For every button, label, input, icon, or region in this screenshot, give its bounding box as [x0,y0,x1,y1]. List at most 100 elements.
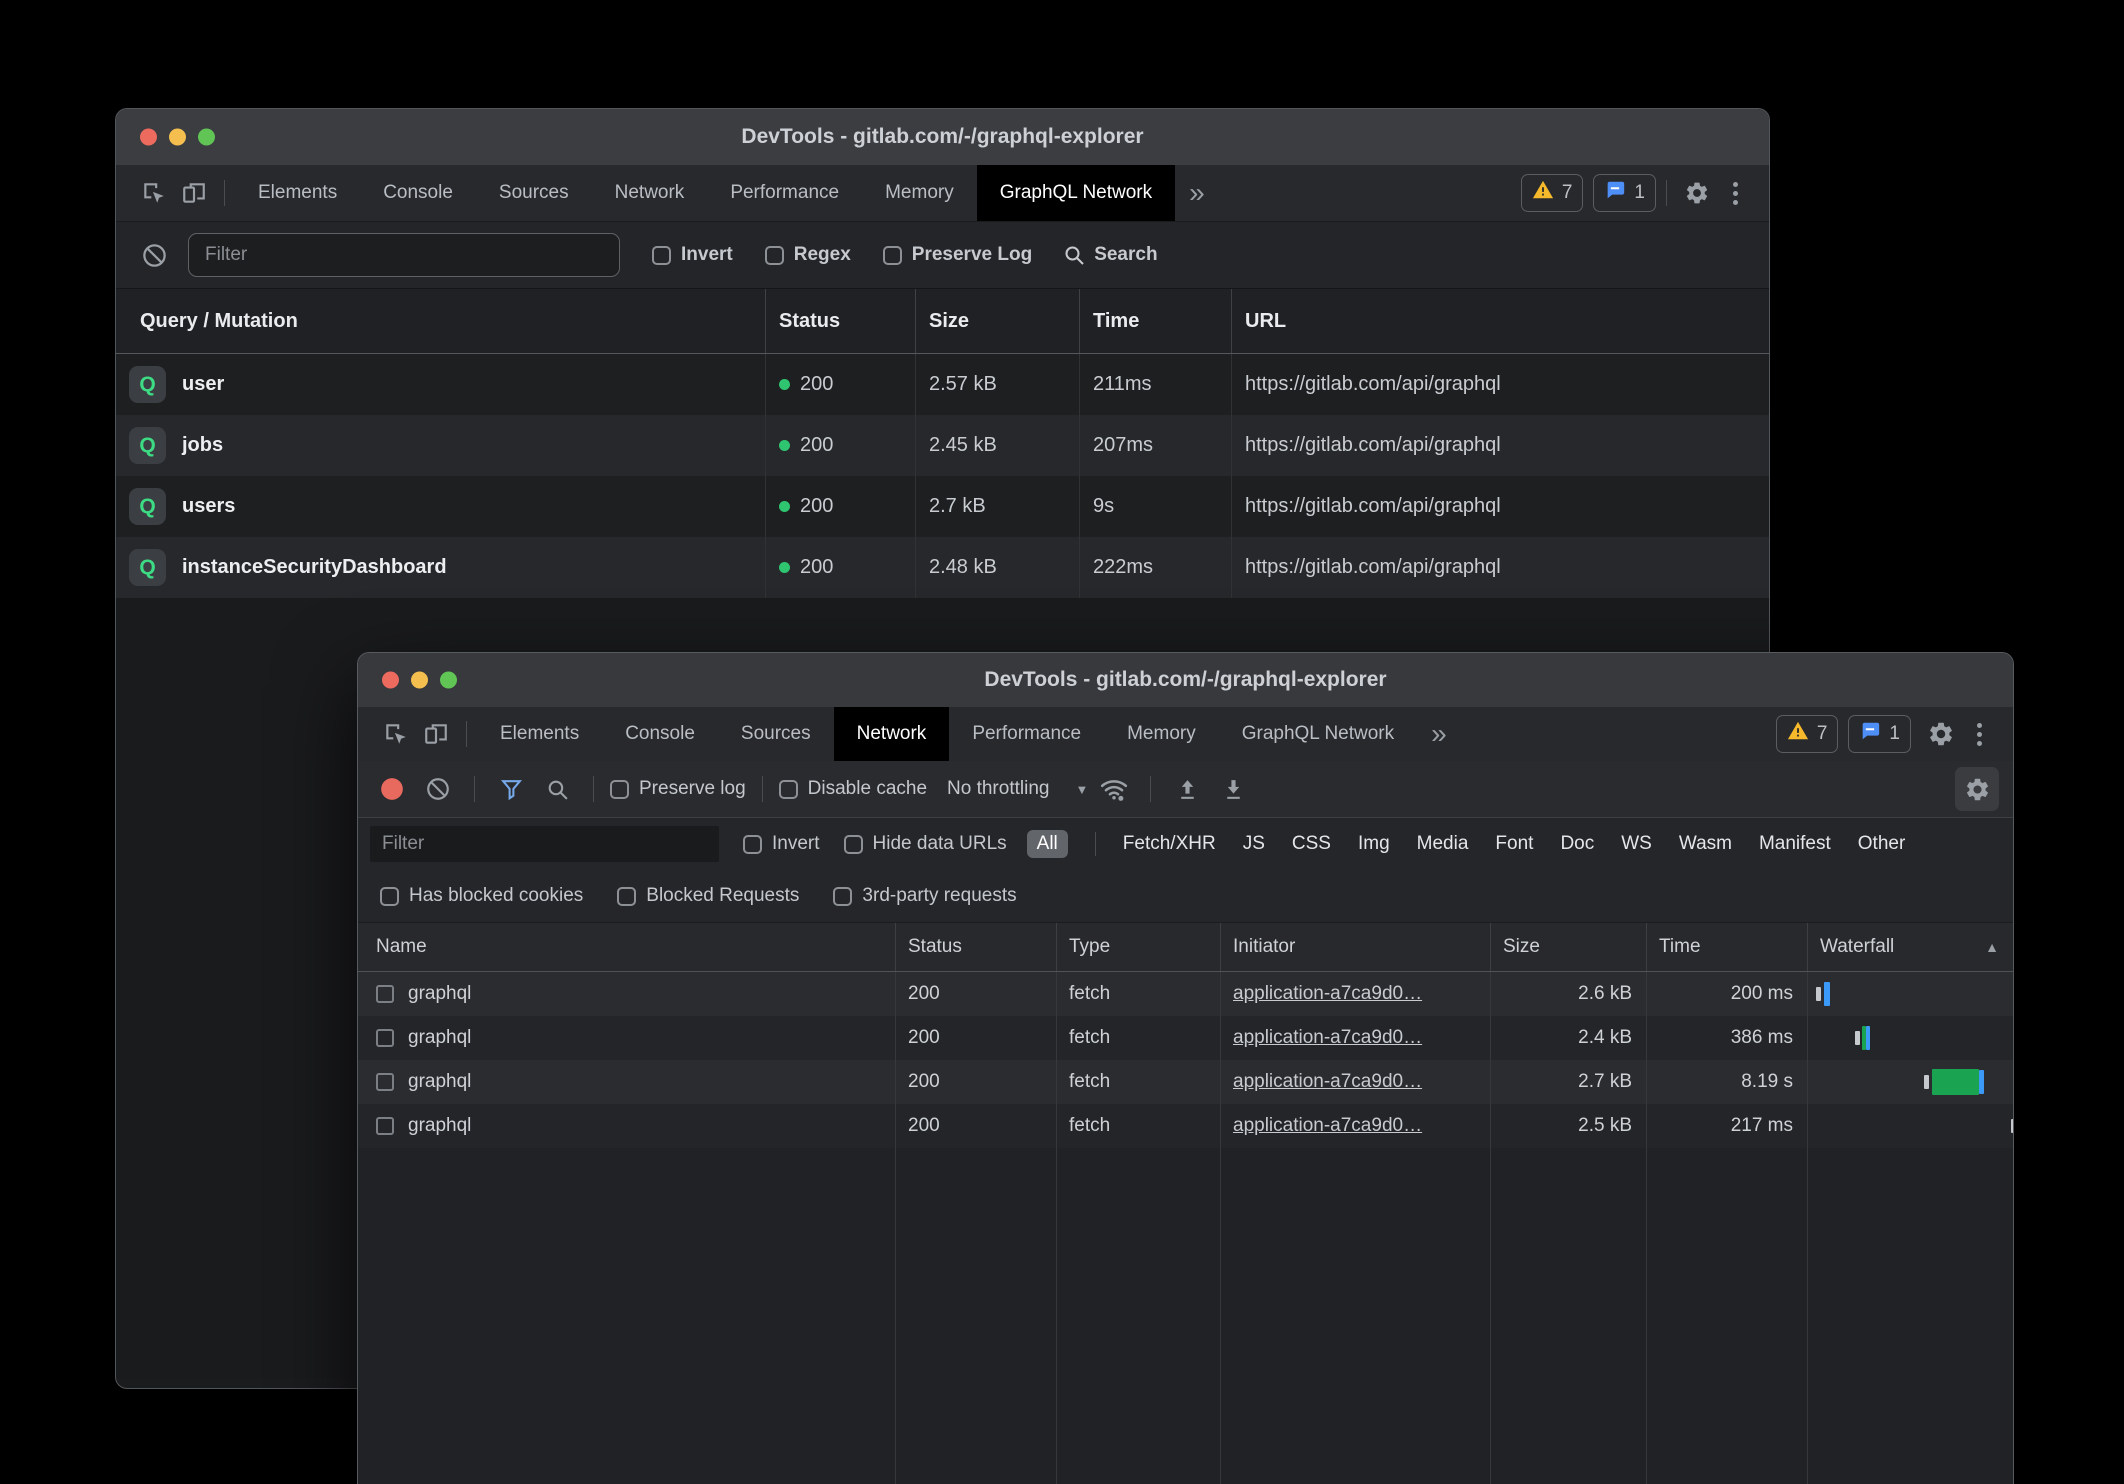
more-tabs-icon[interactable]: » [1417,720,1461,748]
preserve-log-checkbox[interactable]: Preserve Log [883,244,1032,266]
blocked-requests-checkbox[interactable]: Blocked Requests [617,885,799,907]
titlebar[interactable]: DevTools - gitlab.com/-/graphql-explorer [358,653,2013,707]
col-time[interactable]: Time [1646,923,1807,971]
initiator-link[interactable]: application-a7ca9d0… [1233,983,1422,1005]
table-row[interactable]: graphql 200 fetch application-a7ca9d0… 2… [358,1016,2013,1060]
device-toolbar-icon[interactable] [174,173,214,213]
col-status[interactable]: Status [765,289,915,353]
tab-performance[interactable]: Performance [949,707,1104,761]
kebab-menu-icon[interactable] [1961,723,1997,746]
type-filter-doc[interactable]: Doc [1560,833,1594,855]
titlebar[interactable]: DevTools - gitlab.com/-/graphql-explorer [116,109,1769,165]
filter-input[interactable] [370,826,719,862]
throttling-select[interactable]: No throttling ▼ [947,778,1088,800]
maximize-button[interactable] [198,129,215,146]
close-button[interactable] [140,129,157,146]
inspect-element-icon[interactable] [376,714,416,754]
warnings-badge[interactable]: 7 [1776,715,1839,753]
type-filter-other[interactable]: Other [1858,833,1906,855]
tab-memory[interactable]: Memory [1104,707,1219,761]
tab-elements[interactable]: Elements [235,165,360,221]
col-initiator[interactable]: Initiator [1220,923,1490,971]
inspect-element-icon[interactable] [134,173,174,213]
table-row[interactable]: Q user 200 2.57 kB 211ms https://gitlab.… [116,354,1769,415]
messages-badge[interactable]: 1 [1593,174,1656,212]
settings-gear-icon[interactable] [1677,173,1717,213]
minimize-button[interactable] [169,129,186,146]
type-filter-css[interactable]: CSS [1292,833,1331,855]
warnings-badge[interactable]: 7 [1521,174,1584,212]
col-waterfall[interactable]: Waterfall ▲ [1807,923,2013,971]
col-size[interactable]: Size [1490,923,1646,971]
row-checkbox[interactable] [376,1073,394,1091]
col-status[interactable]: Status [895,923,1056,971]
tab-console[interactable]: Console [602,707,718,761]
hide-data-urls-checkbox[interactable]: Hide data URLs [844,833,1007,855]
kebab-menu-icon[interactable] [1717,182,1753,205]
cell-time: 386 ms [1646,1016,1807,1060]
initiator-link[interactable]: application-a7ca9d0… [1233,1115,1422,1137]
regex-checkbox[interactable]: Regex [765,244,851,266]
network-conditions-wifi-icon[interactable] [1094,769,1134,809]
close-button[interactable] [382,672,399,689]
tab-console[interactable]: Console [360,165,476,221]
table-row[interactable]: Q jobs 200 2.45 kB 207ms https://gitlab.… [116,415,1769,476]
row-checkbox[interactable] [376,1117,394,1135]
initiator-link[interactable]: application-a7ca9d0… [1233,1027,1422,1049]
minimize-button[interactable] [411,672,428,689]
invert-checkbox[interactable]: Invert [652,244,733,266]
export-har-icon[interactable] [1213,769,1253,809]
col-url[interactable]: URL [1231,289,1769,353]
settings-gear-icon[interactable] [1921,714,1961,754]
type-filter-wasm[interactable]: Wasm [1679,833,1732,855]
table-row[interactable]: graphql 200 fetch application-a7ca9d0… 2… [358,1060,2013,1104]
clear-block-icon[interactable] [418,769,458,809]
type-filter-js[interactable]: JS [1243,833,1265,855]
tab-performance[interactable]: Performance [707,165,862,221]
col-query-mutation[interactable]: Query / Mutation [116,289,765,353]
table-row[interactable]: graphql 200 fetch application-a7ca9d0… 2… [358,1104,2013,1148]
col-name[interactable]: Name [358,923,895,971]
import-har-icon[interactable] [1167,769,1207,809]
maximize-button[interactable] [440,672,457,689]
col-size[interactable]: Size [915,289,1079,353]
filter-funnel-icon[interactable] [491,769,531,809]
table-row[interactable]: graphql 200 fetch application-a7ca9d0… 2… [358,972,2013,1016]
filter-input[interactable] [188,233,620,277]
table-row[interactable]: Q instanceSecurityDashboard 200 2.48 kB … [116,537,1769,598]
table-row[interactable]: Q users 200 2.7 kB 9s https://gitlab.com… [116,476,1769,537]
device-toolbar-icon[interactable] [416,714,456,754]
preserve-log-checkbox[interactable]: Preserve log [610,778,746,800]
type-filter-img[interactable]: Img [1358,833,1390,855]
search-button[interactable]: Search [1062,243,1157,267]
type-filter-ws[interactable]: WS [1621,833,1652,855]
col-type[interactable]: Type [1056,923,1220,971]
tab-graphql-network[interactable]: GraphQL Network [977,165,1175,221]
tab-memory[interactable]: Memory [862,165,977,221]
third-party-requests-checkbox[interactable]: 3rd-party requests [833,885,1016,907]
invert-checkbox[interactable]: Invert [743,833,820,855]
type-filter-media[interactable]: Media [1417,833,1469,855]
has-blocked-cookies-checkbox[interactable]: Has blocked cookies [380,885,583,907]
row-checkbox[interactable] [376,1029,394,1047]
tab-network[interactable]: Network [834,707,950,761]
initiator-link[interactable]: application-a7ca9d0… [1233,1071,1422,1093]
col-time[interactable]: Time [1079,289,1231,353]
tab-graphql-network[interactable]: GraphQL Network [1219,707,1417,761]
search-icon[interactable] [537,769,577,809]
type-filter-font[interactable]: Font [1495,833,1533,855]
type-filter-all[interactable]: All [1027,830,1068,858]
tab-sources[interactable]: Sources [476,165,592,221]
network-settings-button[interactable] [1955,767,1999,811]
more-tabs-icon[interactable]: » [1175,179,1219,207]
row-checkbox[interactable] [376,985,394,1003]
type-filter-fetch-xhr[interactable]: Fetch/XHR [1123,833,1216,855]
disable-cache-checkbox[interactable]: Disable cache [779,778,927,800]
type-filter-manifest[interactable]: Manifest [1759,833,1831,855]
tab-network[interactable]: Network [592,165,708,221]
clear-block-icon[interactable] [134,235,174,275]
tab-sources[interactable]: Sources [718,707,834,761]
tab-elements[interactable]: Elements [477,707,602,761]
messages-badge[interactable]: 1 [1848,715,1911,753]
record-button[interactable] [372,769,412,809]
